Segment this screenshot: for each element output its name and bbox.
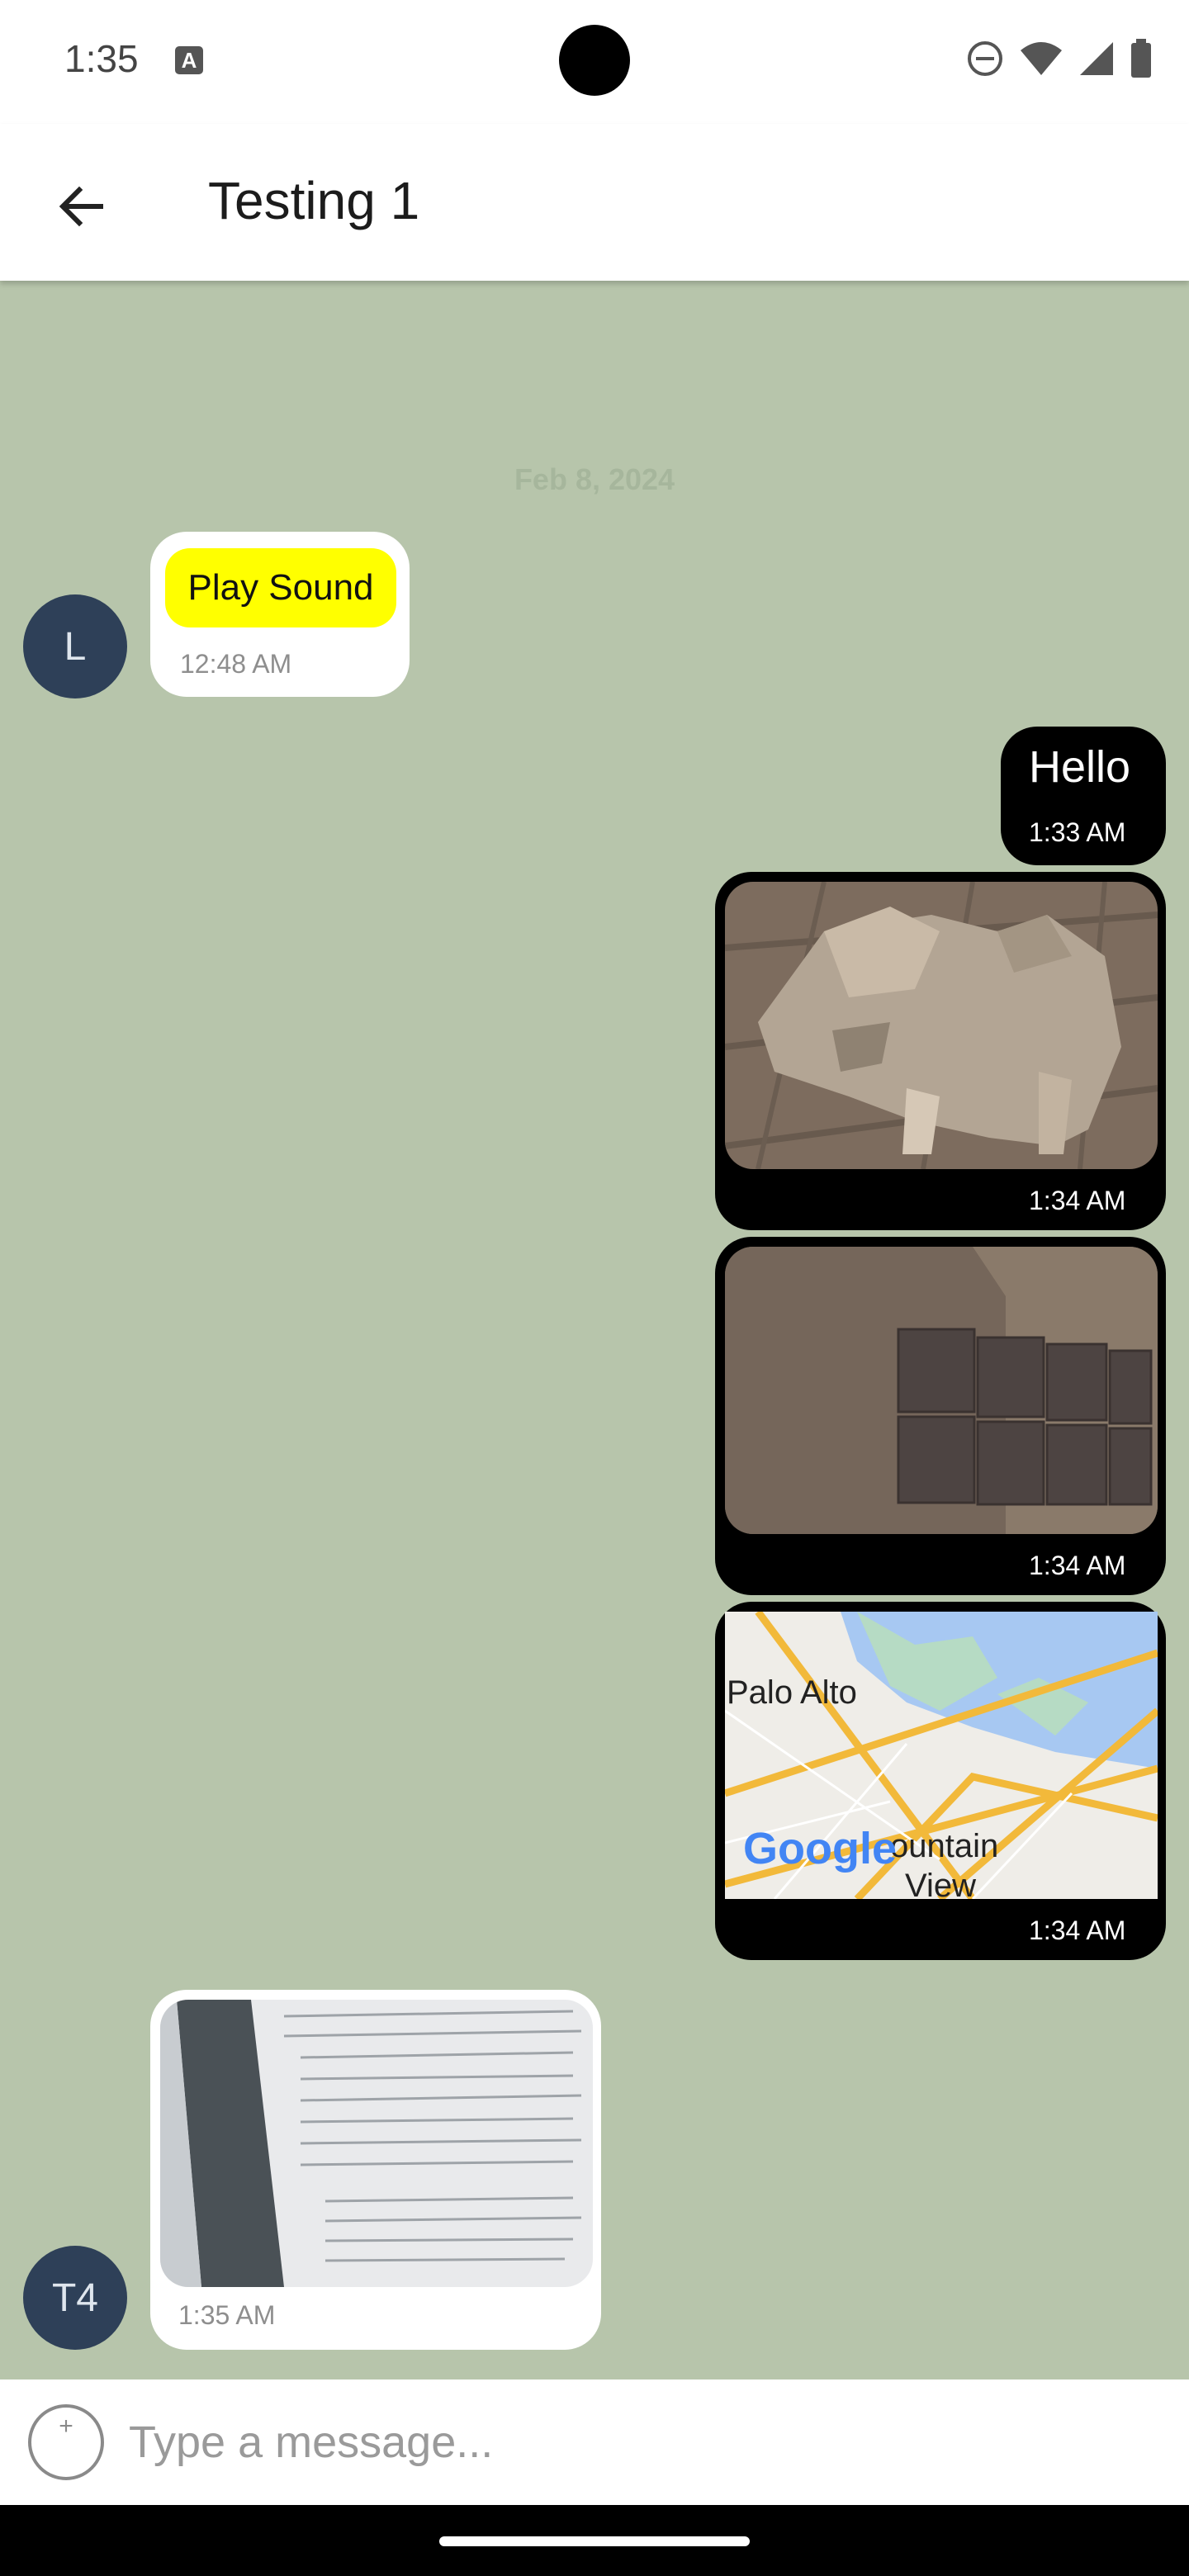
message-time: 1:33 AM — [1029, 817, 1126, 847]
a-notification-icon: A — [175, 46, 203, 74]
message-time: 1:34 AM — [1029, 1551, 1126, 1580]
map-label-city: ountain — [890, 1828, 999, 1864]
map-label-city: View — [905, 1868, 976, 1899]
status-icons — [966, 38, 1153, 79]
date-separator: Feb 8, 2024 — [514, 462, 675, 496]
battery-icon — [1131, 39, 1151, 78]
camera-cutout — [559, 25, 630, 96]
do-not-disturb-icon — [968, 41, 1002, 76]
status-time: 1:35 — [64, 37, 139, 80]
message-time: 1:34 AM — [1029, 1915, 1126, 1945]
google-logo: Google — [743, 1824, 897, 1873]
wall-acoustic-panels-photo[interactable] — [725, 1247, 1158, 1534]
avatar[interactable]: L — [23, 594, 127, 698]
app-bar: Testing 1 — [0, 124, 1189, 281]
message-composer: + — [0, 2379, 1189, 2505]
arrow-left-icon — [59, 186, 103, 227]
message-time: 1:34 AM — [1029, 1186, 1126, 1215]
add-circle-icon[interactable]: + — [28, 2404, 104, 2480]
document-screen-photo[interactable] — [160, 2000, 593, 2287]
map-label-city: Palo Alto — [727, 1674, 857, 1711]
message-text: Hello — [1029, 742, 1131, 792]
wifi-icon — [1021, 42, 1062, 75]
message-input[interactable] — [129, 2403, 1153, 2482]
message-time: 1:35 AM — [178, 2300, 276, 2330]
system-nav-bar — [0, 2505, 1189, 2576]
chat-title: Testing 1 — [208, 171, 420, 230]
play-sound-button[interactable]: Play Sound — [165, 548, 396, 627]
avatar[interactable]: T4 — [23, 2246, 127, 2350]
map-preview[interactable]: Palo Alto ountain View Google — [725, 1612, 1158, 1899]
low-poly-dog-photo[interactable] — [725, 882, 1158, 1169]
signal-icon — [1080, 42, 1113, 75]
message-time: 12:48 AM — [180, 649, 292, 679]
home-handle[interactable] — [439, 2536, 750, 2546]
status-bar: 1:35 A — [0, 0, 1189, 124]
back-button[interactable] — [41, 167, 121, 246]
